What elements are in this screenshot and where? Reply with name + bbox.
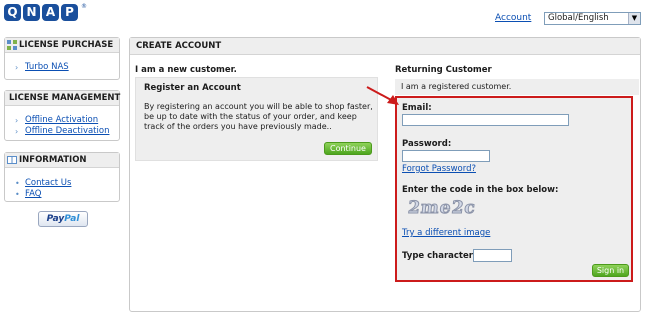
paypal-logo-pal: Pal bbox=[64, 214, 80, 224]
paypal-logo-pay: Pay bbox=[46, 214, 65, 224]
forgot-password-link[interactable]: Forgot Password? bbox=[402, 164, 476, 174]
captcha-code: 2me2c bbox=[406, 198, 477, 219]
email-field[interactable] bbox=[402, 114, 569, 126]
returning-customer-heading: Returning Customer bbox=[395, 65, 492, 75]
license-purchase-panel: LICENSE PURCHASE › Turbo NAS bbox=[4, 37, 120, 80]
language-select[interactable]: Global/English ▼ bbox=[544, 12, 641, 25]
sidebar-item-offline-activation[interactable]: › Offline Activation bbox=[15, 115, 119, 126]
sidebar-link-offline-deactivation[interactable]: Offline Deactivation bbox=[25, 126, 109, 137]
license-management-title: LICENSE MANAGEMENT bbox=[9, 92, 121, 103]
bullet-icon: › bbox=[15, 116, 19, 125]
chevron-down-icon[interactable]: ▼ bbox=[628, 13, 640, 24]
bullet-icon: › bbox=[15, 63, 19, 72]
arrow-pointer-icon bbox=[366, 86, 399, 105]
sidebar-link-offline-activation[interactable]: Offline Activation bbox=[25, 115, 98, 126]
information-title: INFORMATION bbox=[19, 154, 87, 165]
password-label: Password: bbox=[402, 139, 452, 149]
email-label: Email: bbox=[402, 103, 432, 113]
language-select-value: Global/English bbox=[548, 13, 609, 23]
bullet-icon: • bbox=[15, 179, 20, 188]
sidebar-item-faq[interactable]: • FAQ bbox=[15, 189, 119, 200]
information-panel: INFORMATION • Contact Us • FAQ bbox=[4, 152, 120, 202]
bullet-icon: • bbox=[15, 190, 20, 199]
logo-letter-q: Q bbox=[4, 3, 21, 21]
logo-letter-a: A bbox=[42, 3, 59, 21]
logo-letter-n: N bbox=[23, 3, 40, 21]
bullet-icon: › bbox=[15, 127, 19, 136]
paypal-logo[interactable]: PayPal bbox=[38, 211, 88, 227]
try-different-image-link[interactable]: Try a different image bbox=[402, 228, 490, 238]
sidebar-item-offline-deactivation[interactable]: › Offline Deactivation bbox=[15, 126, 119, 137]
account-link[interactable]: Account bbox=[495, 13, 531, 23]
sidebar-link-turbo-nas[interactable]: Turbo NAS bbox=[25, 62, 69, 73]
sidebar-item-turbo-nas[interactable]: › Turbo NAS bbox=[15, 62, 119, 73]
register-account-title: Register an Account bbox=[144, 83, 241, 93]
license-management-header: LICENSE MANAGEMENT bbox=[5, 91, 121, 106]
book-icon bbox=[7, 156, 17, 164]
register-account-text: By registering an account you will be ab… bbox=[144, 102, 373, 131]
returning-customer-subtitle: I am a registered customer. bbox=[395, 79, 639, 95]
continue-button[interactable]: Continue bbox=[324, 142, 372, 155]
password-field[interactable] bbox=[402, 150, 490, 162]
license-purchase-title: LICENSE PURCHASE bbox=[19, 39, 114, 50]
grid-icon bbox=[7, 40, 17, 50]
create-account-title: CREATE ACCOUNT bbox=[130, 38, 640, 55]
captcha-input[interactable] bbox=[473, 249, 512, 262]
sidebar-link-faq[interactable]: FAQ bbox=[25, 189, 41, 200]
license-management-panel: LICENSE MANAGEMENT › Offline Activation … bbox=[4, 90, 120, 141]
license-purchase-header: LICENSE PURCHASE bbox=[5, 38, 119, 53]
sidebar-item-contact-us[interactable]: • Contact Us bbox=[15, 178, 119, 189]
qnap-logo[interactable]: Q N A P ® bbox=[4, 3, 87, 21]
logo-letter-p: P bbox=[61, 3, 78, 21]
type-characters-label: Type characters: bbox=[402, 251, 482, 261]
new-customer-heading: I am a new customer. bbox=[135, 65, 237, 75]
registered-mark: ® bbox=[81, 3, 87, 10]
sidebar-link-contact-us[interactable]: Contact Us bbox=[25, 178, 71, 189]
captcha-prompt: Enter the code in the box below: bbox=[402, 185, 559, 195]
information-header: INFORMATION bbox=[5, 153, 119, 168]
sign-in-button[interactable]: Sign in bbox=[592, 264, 629, 277]
